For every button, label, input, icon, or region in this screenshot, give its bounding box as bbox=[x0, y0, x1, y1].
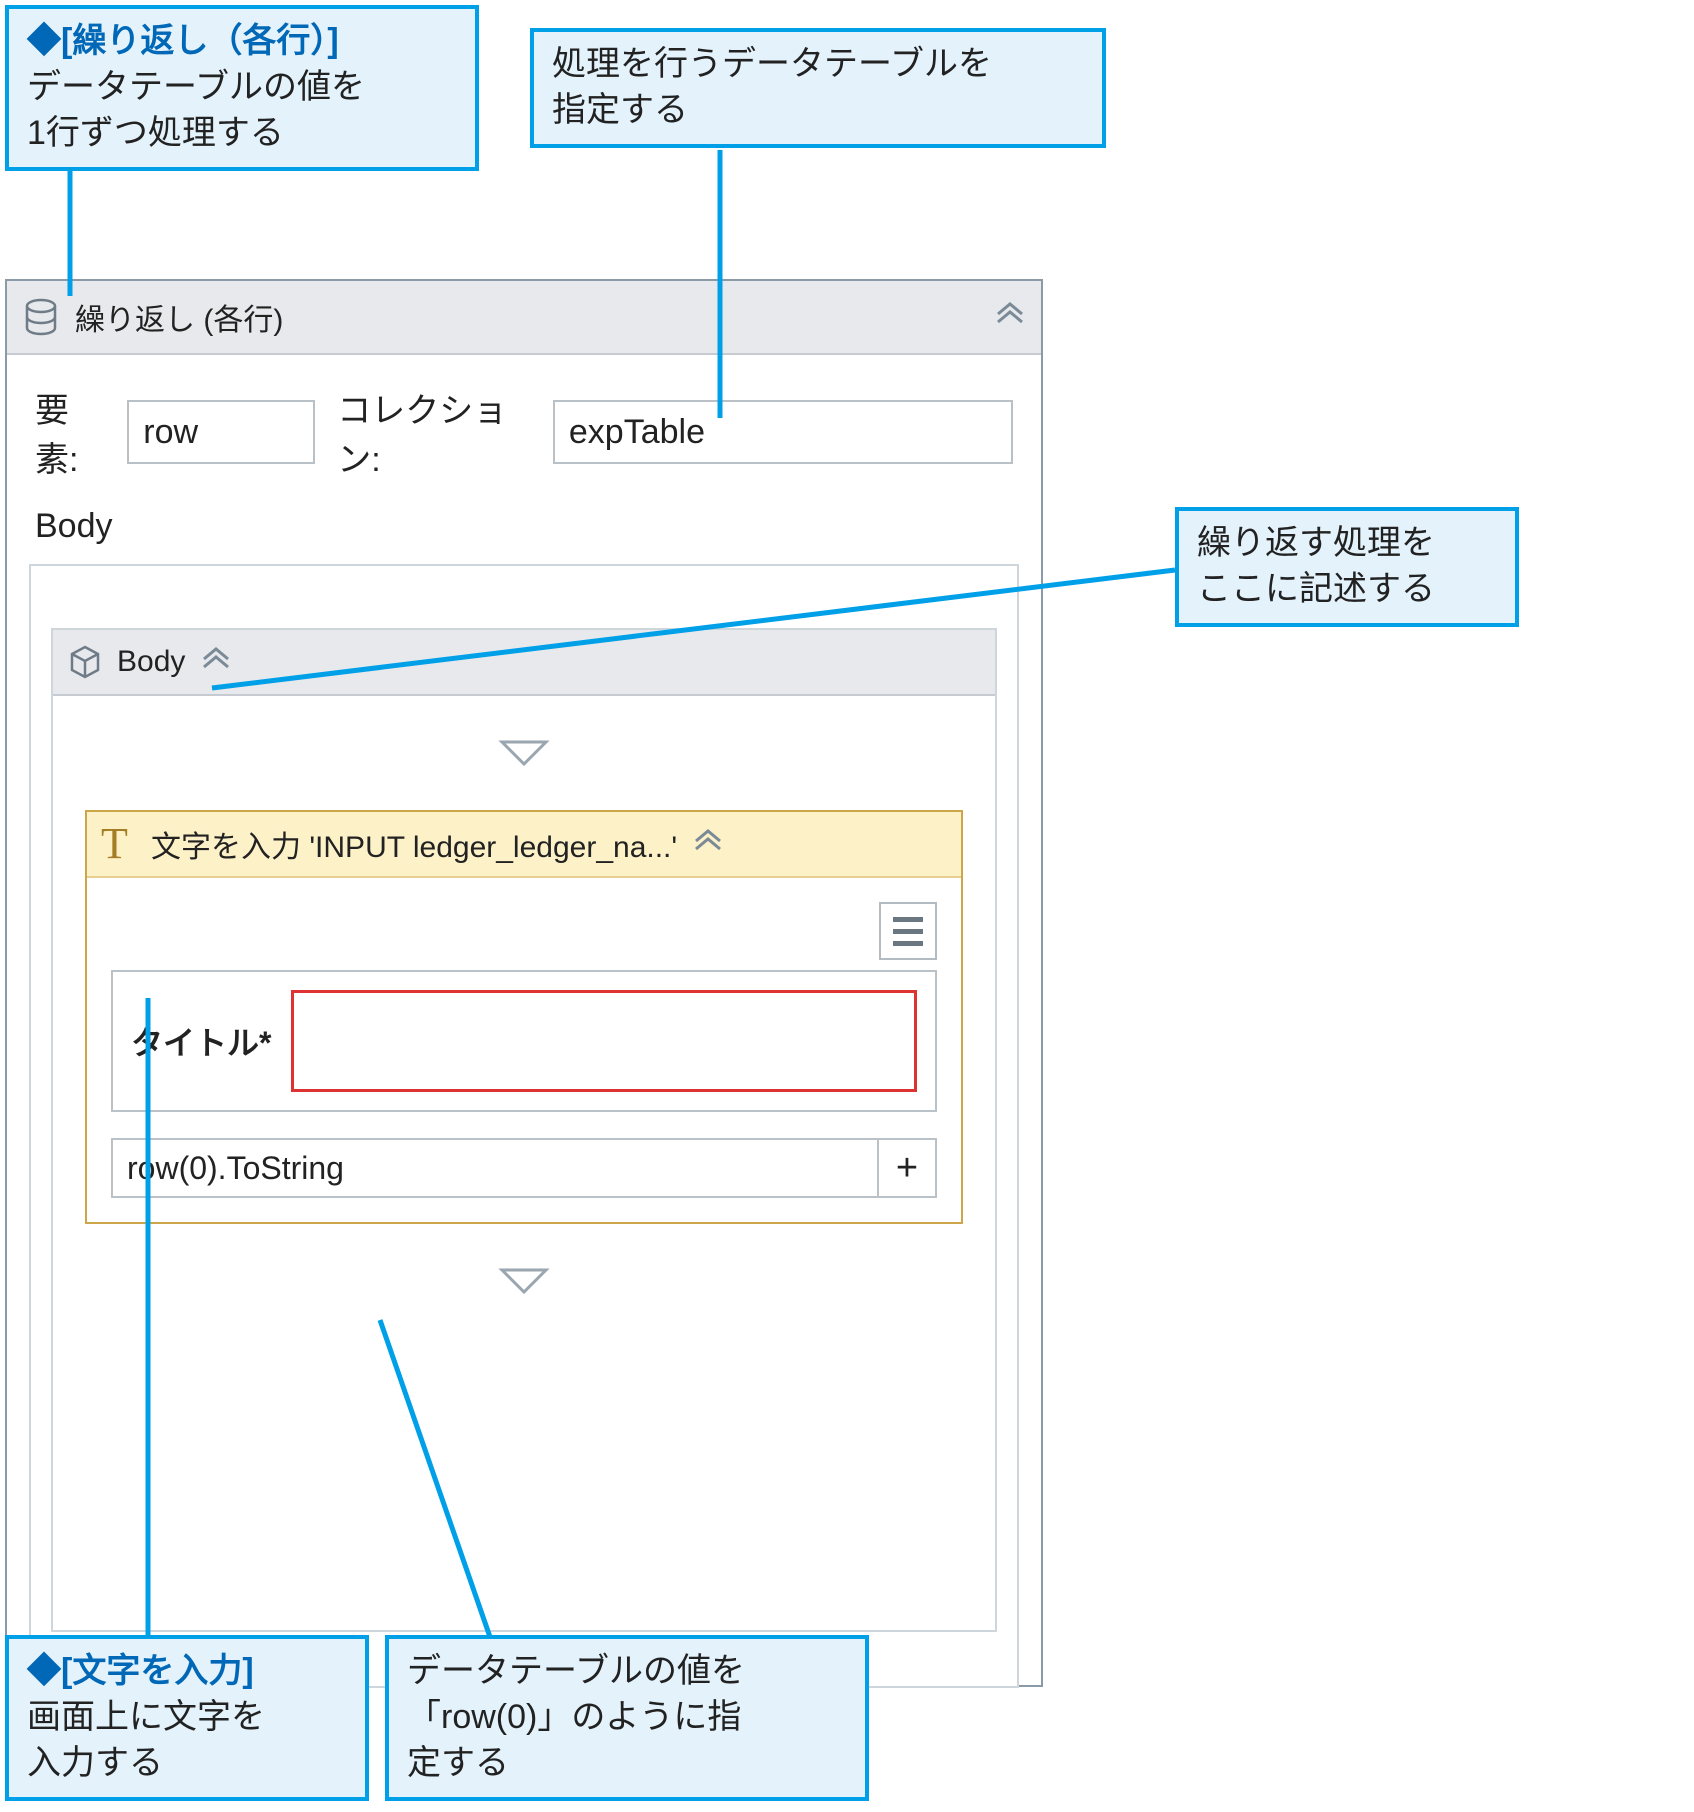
plus-icon: + bbox=[896, 1147, 918, 1190]
callout-typeinto-l1: 画面上に文字を bbox=[27, 1698, 265, 1736]
type-into-title: 文字を入力 'INPUT ledger_ledger_na...' bbox=[151, 822, 677, 866]
callout-datatable: 処理を行うデータテーブルを 指定する bbox=[530, 28, 1106, 148]
callout-rowexpr-l2: 「row(0)」のように指 bbox=[407, 1698, 741, 1736]
collection-input[interactable]: expTable bbox=[553, 400, 1013, 464]
type-into-icon: T bbox=[101, 822, 137, 866]
callout-foreach-lead: ◆[繰り返し（各行）] bbox=[27, 22, 339, 60]
callout-rowexpr-l1: データテーブルの値を bbox=[407, 1652, 745, 1690]
callout-rowexpr: データテーブルの値を 「row(0)」のように指 定する bbox=[385, 1635, 869, 1801]
foreach-title: 繰り返し (各行) bbox=[75, 295, 979, 339]
drop-indicator-icon-2[interactable] bbox=[498, 1264, 550, 1298]
target-element-highlight[interactable] bbox=[291, 990, 917, 1092]
collection-value: expTable bbox=[569, 413, 705, 452]
callout-bodydesc-l2: ここに記述する bbox=[1197, 570, 1435, 608]
options-menu-icon[interactable] bbox=[879, 902, 937, 960]
foreach-header[interactable]: 繰り返し (各行) bbox=[7, 281, 1041, 355]
element-value: row bbox=[143, 413, 198, 452]
callout-datatable-l1: 処理を行うデータテーブルを bbox=[552, 45, 992, 83]
type-into-body: タイトル* row(0).ToString + bbox=[87, 878, 961, 1222]
callout-foreach-l2: 1行ずつ処理する bbox=[27, 114, 284, 152]
type-into-header[interactable]: T 文字を入力 'INPUT ledger_ledger_na...' bbox=[87, 812, 961, 878]
element-label: 要素: bbox=[35, 383, 105, 481]
sequence-body[interactable]: Body T 文字を入力 'INPUT ledger_ledger_na...' bbox=[51, 628, 997, 1632]
body-label: Body bbox=[7, 481, 1041, 546]
type-into-collapse-icon[interactable] bbox=[691, 827, 725, 861]
text-expression-value: row(0).ToString bbox=[127, 1150, 344, 1187]
sequence-collapse-icon[interactable] bbox=[199, 645, 233, 679]
callout-foreach-l1: データテーブルの値を bbox=[27, 68, 365, 106]
sequence-title: Body bbox=[117, 645, 185, 679]
selector-target[interactable]: タイトル* bbox=[111, 970, 937, 1112]
target-field-label: タイトル* bbox=[131, 1018, 271, 1064]
callout-typeinto-l2: 入力する bbox=[27, 1744, 163, 1782]
callout-datatable-l2: 指定する bbox=[552, 91, 688, 129]
callout-rowexpr-l3: 定する bbox=[407, 1744, 509, 1782]
drop-indicator-icon[interactable] bbox=[498, 736, 550, 770]
collapse-icon[interactable] bbox=[993, 300, 1027, 334]
element-input[interactable]: row bbox=[127, 400, 315, 464]
callout-typeinto: ◆[文字を入力] 画面上に文字を 入力する bbox=[5, 1635, 369, 1801]
datatable-icon bbox=[21, 297, 61, 337]
sequence-icon bbox=[67, 644, 103, 680]
sequence-header[interactable]: Body bbox=[53, 630, 995, 696]
text-expression-input[interactable]: row(0).ToString bbox=[111, 1138, 879, 1198]
type-into-activity[interactable]: T 文字を入力 'INPUT ledger_ledger_na...' タイトル… bbox=[85, 810, 963, 1224]
foreach-properties: 要素: row コレクション: expTable bbox=[7, 355, 1041, 481]
callout-bodydesc-l1: 繰り返す処理を bbox=[1197, 524, 1435, 562]
collection-label: コレクション: bbox=[337, 383, 531, 481]
expression-add-button[interactable]: + bbox=[879, 1138, 937, 1198]
callout-foreach: ◆[繰り返し（各行）] データテーブルの値を 1行ずつ処理する bbox=[5, 5, 479, 171]
callout-bodydesc: 繰り返す処理を ここに記述する bbox=[1175, 507, 1519, 627]
callout-typeinto-lead: ◆[文字を入力] bbox=[27, 1652, 254, 1690]
foreach-activity[interactable]: 繰り返し (各行) 要素: row コレクション: expTable Body … bbox=[5, 279, 1043, 1687]
body-area[interactable]: Body T 文字を入力 'INPUT ledger_ledger_na...' bbox=[29, 564, 1019, 1688]
